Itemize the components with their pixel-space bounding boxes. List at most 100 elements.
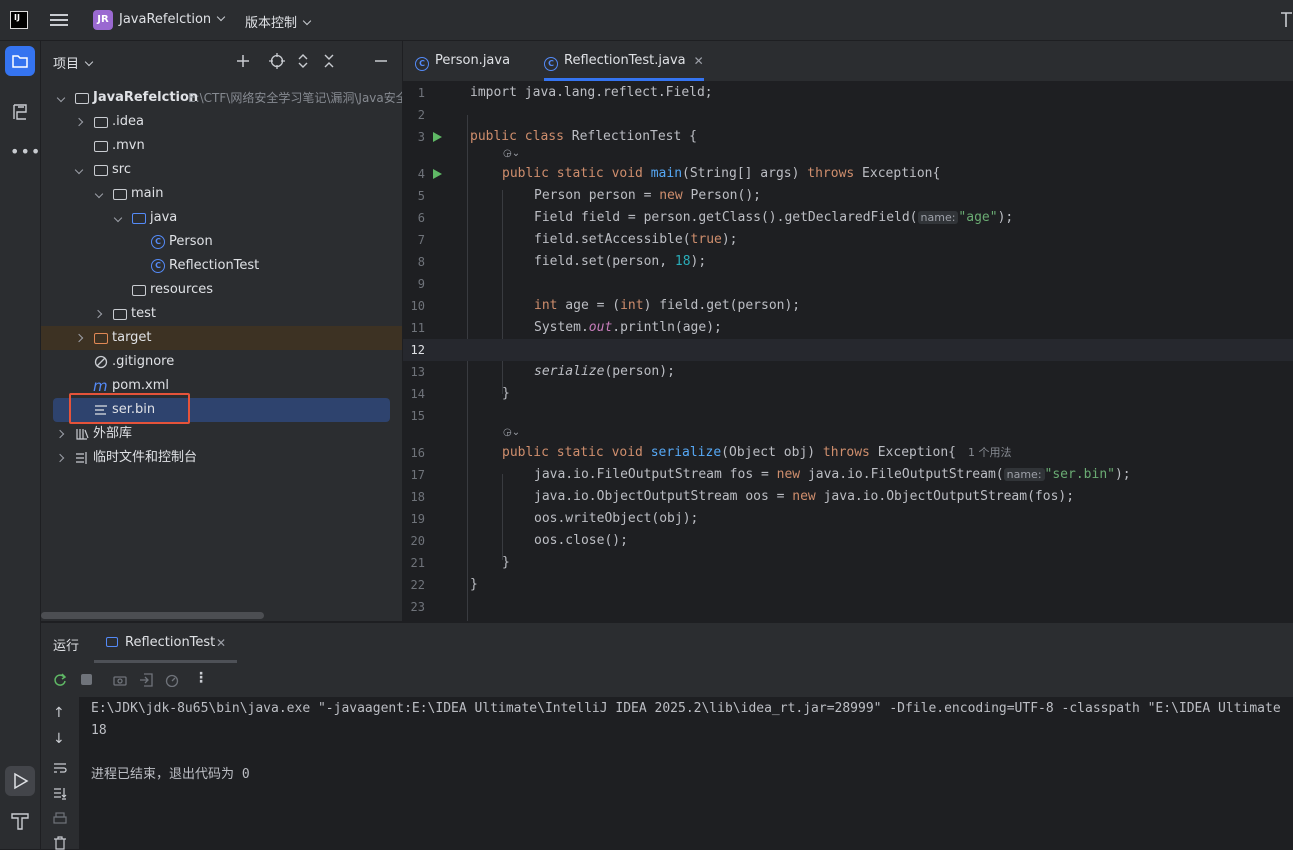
locate-icon[interactable]	[269, 53, 285, 69]
code-line-8[interactable]: 8 field.set(person, 18);	[403, 251, 1293, 273]
tree-item-label: .mvn	[112, 138, 145, 153]
trash-icon[interactable]	[53, 836, 67, 850]
build-tool-button[interactable]	[5, 806, 35, 836]
ai-lens-icon[interactable]: ◶⌄	[503, 148, 529, 164]
code-line-16[interactable]: 16 public static void serialize(Object ob…	[403, 442, 1293, 464]
code-token: ReflectionTest {	[571, 129, 697, 144]
run-tool-button[interactable]	[5, 766, 35, 796]
more-tools-icon[interactable]: •••	[10, 142, 41, 161]
code-line-14[interactable]: 14}	[403, 383, 1293, 405]
usages-hint[interactable]: 1 个用法	[968, 446, 1012, 459]
project-panel-title: 项目	[53, 57, 80, 72]
main-menu-icon[interactable]	[50, 11, 68, 29]
tree-item-resources[interactable]: resources	[41, 278, 402, 302]
hide-panel-icon[interactable]	[373, 53, 389, 69]
camera-icon[interactable]	[113, 673, 127, 687]
run-gutter-icon[interactable]	[433, 132, 442, 142]
tree-item-main[interactable]: main	[41, 182, 402, 206]
code-line-19[interactable]: 19 oos.writeObject(obj);	[403, 508, 1293, 530]
arrow-up-icon[interactable]: ↑	[53, 705, 65, 721]
chevron-down-icon	[216, 12, 226, 22]
code-line-17[interactable]: 17 java.io.FileOutputStream fos = new jav…	[403, 464, 1293, 486]
code-editor[interactable]: 1 import java.lang.reflect.Field; 2 3 publ…	[403, 82, 1293, 621]
collapse-all-icon[interactable]	[321, 53, 337, 69]
arrow-down-icon[interactable]: ↓	[53, 731, 65, 747]
string-literal: "age"	[958, 210, 998, 225]
code-line-15[interactable]: 15	[403, 405, 1293, 427]
export-icon[interactable]	[139, 673, 153, 687]
code-line-12[interactable]: 12	[403, 339, 1293, 361]
tree-item-project-root[interactable]: JavaRefelction E:\CTF\网络安全学习笔记\漏洞\Java安全	[41, 86, 402, 110]
code-line-2[interactable]: 2	[403, 104, 1293, 126]
tree-item-external-libraries[interactable]: 外部库	[41, 422, 402, 446]
line-number: 9	[417, 277, 425, 291]
tree-item-src[interactable]: src	[41, 158, 402, 182]
add-icon[interactable]	[235, 53, 251, 69]
soft-wrap-icon[interactable]	[53, 761, 67, 775]
code-line-3[interactable]: 3 public class ReflectionTest {	[403, 126, 1293, 148]
code-line-21[interactable]: 21}	[403, 552, 1293, 574]
code-line-13[interactable]: 13 serialize(person);	[403, 361, 1293, 383]
rerun-icon[interactable]	[53, 673, 67, 687]
tree-item-java[interactable]: java	[41, 206, 402, 230]
more-options-icon[interactable]: ⋮	[194, 670, 208, 686]
tree-item-person[interactable]: C Person	[41, 230, 402, 254]
build-icon[interactable]	[1280, 11, 1293, 29]
ai-lens-icon[interactable]: ◶⌄	[503, 427, 529, 443]
tree-item-idea[interactable]: .idea	[41, 110, 402, 134]
print-icon[interactable]	[53, 812, 67, 826]
code-token: (Object obj)	[721, 445, 823, 460]
code-line-6[interactable]: 6 Field field = person.getClass().getDecl…	[403, 207, 1293, 229]
tree-item-mvn[interactable]: .mvn	[41, 134, 402, 158]
tree-item-scratches[interactable]: 临时文件和控制台	[41, 446, 402, 470]
run-gutter-icon[interactable]	[433, 169, 442, 179]
scroll-to-end-icon[interactable]	[53, 786, 67, 800]
close-icon[interactable]: ✕	[216, 636, 226, 650]
editor-tab-bar: C Person.java C ReflectionTest.java ✕	[403, 41, 1293, 82]
code-line-10[interactable]: 10 int age = (int) field.get(person);	[403, 295, 1293, 317]
project-switcher[interactable]: JavaRefelction	[119, 12, 226, 27]
code-line-1[interactable]: 1 import java.lang.reflect.Field;	[403, 82, 1293, 104]
run-tab-reflectiontest[interactable]: ReflectionTest ✕	[94, 623, 237, 663]
threads-icon[interactable]	[165, 673, 179, 687]
project-badge[interactable]: JR	[93, 10, 113, 30]
code-line-5[interactable]: 5 Person person = new Person();	[403, 185, 1293, 207]
tree-item-label: test	[131, 306, 156, 321]
code-line-18[interactable]: 18 java.io.ObjectOutputStream oos = new j…	[403, 486, 1293, 508]
folder-icon	[94, 165, 108, 176]
code-line-22[interactable]: 22}	[403, 574, 1293, 596]
project-horizontal-scrollbar[interactable]	[41, 612, 264, 619]
tree-item-test[interactable]: test	[41, 302, 402, 326]
vcs-menu[interactable]: 版本控制	[245, 12, 312, 31]
keyword: public static void	[502, 445, 651, 460]
run-icon	[14, 772, 29, 790]
close-icon[interactable]: ✕	[694, 41, 704, 81]
tab-reflectiontest-java[interactable]: C ReflectionTest.java ✕	[544, 41, 704, 81]
code-token: java.io.FileOutputStream fos =	[534, 467, 777, 482]
tab-label: ReflectionTest.java	[564, 53, 686, 68]
tree-item-gitignore[interactable]: .gitignore	[41, 350, 402, 374]
runnable-class-icon: C	[151, 259, 165, 273]
parameter-hint: name:	[917, 211, 959, 224]
project-panel-header[interactable]: 项目	[53, 53, 94, 72]
intellij-logo-icon[interactable]: IJ	[10, 11, 28, 29]
console-output[interactable]: E:\JDK\jdk-8u65\bin\java.exe "-javaagent…	[79, 697, 1293, 849]
code-line-11[interactable]: 11 System.out.println(age);	[403, 317, 1293, 339]
code-text: }	[502, 386, 510, 401]
expand-all-icon[interactable]	[295, 53, 311, 69]
code-token: Person();	[682, 188, 761, 203]
code-line-20[interactable]: 20 oos.close();	[403, 530, 1293, 552]
line-number: 14	[410, 387, 425, 401]
structure-tool-button[interactable]	[5, 97, 35, 127]
tab-person-java[interactable]: C Person.java	[415, 41, 510, 81]
code-line-4[interactable]: 4 public static void main(String[] args) …	[403, 163, 1293, 185]
stop-icon[interactable]	[81, 674, 92, 685]
project-tool-button[interactable]	[5, 46, 35, 76]
code-line-9[interactable]: 9	[403, 273, 1293, 295]
tree-item-reflectiontest[interactable]: C ReflectionTest	[41, 254, 402, 278]
code-token: );	[721, 232, 738, 247]
code-line-7[interactable]: 7 field.setAccessible(true);	[403, 229, 1293, 251]
tree-item-target[interactable]: target	[41, 326, 402, 350]
method-name: serialize	[650, 445, 722, 460]
code-line-23[interactable]: 23	[403, 596, 1293, 618]
